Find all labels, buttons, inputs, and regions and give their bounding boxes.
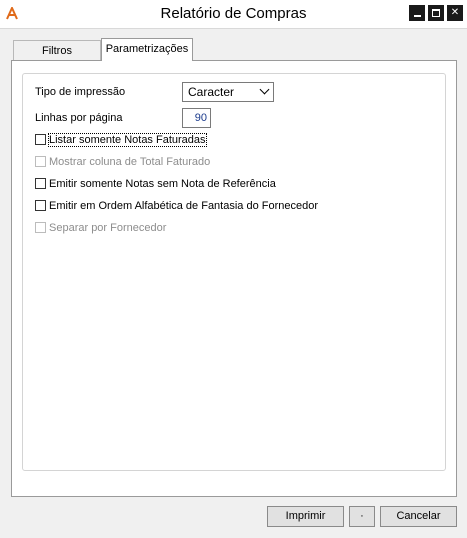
maximize-icon <box>432 9 440 17</box>
imprimir-button[interactable]: Imprimir <box>267 506 344 527</box>
checkbox-label: Emitir em Ordem Alfabética de Fantasia d… <box>49 199 319 212</box>
linhas-por-pagina-input[interactable] <box>182 108 211 128</box>
checkbox-label: Emitir somente Notas sem Nota de Referên… <box>49 177 276 190</box>
chevron-down-icon <box>259 84 270 95</box>
checkbox-box <box>35 222 46 233</box>
checkbox-label: Separar por Fornecedor <box>49 221 167 234</box>
checkbox-box[interactable] <box>35 200 46 211</box>
minimize-button[interactable] <box>409 5 425 21</box>
checkbox-box <box>35 156 46 167</box>
checkbox-label: Listar somente Notas Faturadas <box>48 132 207 147</box>
checkbox-box[interactable] <box>35 134 46 145</box>
checkbox-ordem-alfabetica-fornecedor[interactable]: Emitir em Ordem Alfabética de Fantasia d… <box>35 198 318 213</box>
checkbox-separar-fornecedor: Separar por Fornecedor <box>35 220 166 235</box>
extra-options-button[interactable]: · <box>349 506 375 527</box>
checkbox-mostrar-total-faturado: Mostrar coluna de Total Faturado <box>35 154 210 169</box>
cancelar-button[interactable]: Cancelar <box>380 506 457 527</box>
close-icon: ✕ <box>450 7 460 18</box>
tipo-impressao-select[interactable]: Caracter <box>182 82 274 102</box>
tipo-impressao-value: Caracter <box>188 85 235 99</box>
title-bar: Relatório de Compras ✕ <box>0 0 467 29</box>
tab-filtros[interactable]: Filtros <box>13 40 101 60</box>
close-button[interactable]: ✕ <box>447 5 463 21</box>
minimize-icon <box>413 15 421 17</box>
checkbox-label: Mostrar coluna de Total Faturado <box>49 155 211 168</box>
tab-parametrizacoes[interactable]: Parametrizações <box>101 38 193 61</box>
window-title: Relatório de Compras <box>160 5 307 22</box>
checkbox-box[interactable] <box>35 178 46 189</box>
maximize-button[interactable] <box>428 5 444 21</box>
tipo-impressao-label: Tipo de impressão <box>35 86 126 98</box>
checkbox-notas-sem-referencia[interactable]: Emitir somente Notas sem Nota de Referên… <box>35 176 276 191</box>
checkbox-listar-notas-faturadas[interactable]: Listar somente Notas Faturadas <box>35 132 207 147</box>
linhas-por-pagina-label: Linhas por página <box>35 112 123 124</box>
